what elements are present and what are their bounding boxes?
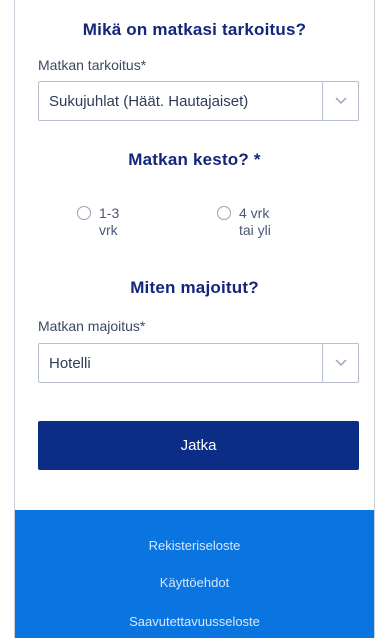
radio-unchecked-icon bbox=[217, 206, 231, 220]
duration-option-1-3[interactable]: 1-3 vrk bbox=[77, 205, 119, 239]
purpose-select-value: Sukujuhlat (Häät. Hautajaiset) bbox=[49, 92, 249, 110]
purpose-select[interactable]: Sukujuhlat (Häät. Hautajaiset) bbox=[38, 81, 359, 121]
accommodation-field-label: Matkan majoitus* bbox=[38, 318, 146, 334]
radio-unchecked-icon bbox=[77, 206, 91, 220]
continue-button[interactable]: Jatka bbox=[38, 421, 359, 470]
duration-option-line2: vrk bbox=[99, 222, 118, 238]
purpose-heading: Mikä on matkasi tarkoitus? bbox=[82, 20, 307, 39]
duration-option-label: 1-3 vrk bbox=[99, 205, 119, 239]
duration-option-line1: 4 vrk bbox=[239, 205, 270, 221]
accommodation-select[interactable]: Hotelli bbox=[38, 343, 359, 383]
footer: Rekisteriseloste Käyttöehdot Saavutettav… bbox=[15, 510, 374, 638]
duration-option-label: 4 vrk tai yli bbox=[239, 205, 271, 239]
footer-link-terms[interactable]: Käyttöehdot bbox=[15, 575, 374, 590]
duration-option-4-plus[interactable]: 4 vrk tai yli bbox=[217, 205, 271, 239]
accommodation-heading: Miten majoitut? bbox=[130, 278, 259, 297]
duration-heading: Matkan kesto? * bbox=[128, 150, 261, 169]
purpose-field-label: Matkan tarkoitus* bbox=[38, 57, 147, 73]
footer-link-accessibility[interactable]: Saavutettavuusseloste bbox=[15, 614, 374, 629]
footer-link-register[interactable]: Rekisteriseloste bbox=[15, 538, 374, 553]
purpose-select-toggle[interactable] bbox=[322, 82, 358, 120]
accommodation-select-toggle[interactable] bbox=[322, 344, 358, 382]
accommodation-select-value: Hotelli bbox=[49, 354, 91, 372]
duration-option-line2: tai yli bbox=[239, 222, 271, 238]
chevron-down-icon bbox=[334, 359, 347, 367]
duration-option-line1: 1-3 bbox=[99, 205, 120, 221]
chevron-down-icon bbox=[334, 97, 347, 105]
form-panel: Mikä on matkasi tarkoitus? Matkan tarkoi… bbox=[14, 0, 375, 638]
